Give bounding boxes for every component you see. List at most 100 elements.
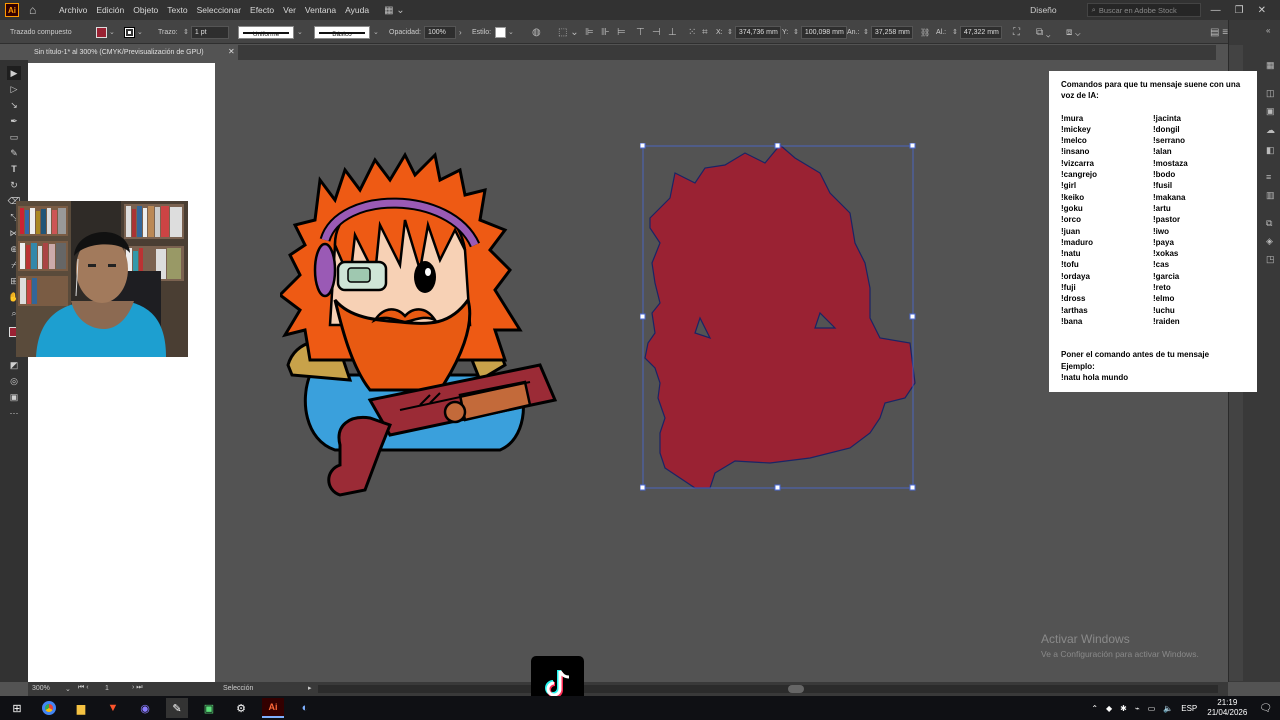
tray-app-icon[interactable]: ◆ bbox=[1106, 704, 1112, 713]
zoom-chevron-icon[interactable]: ⌄ bbox=[65, 685, 71, 693]
menu-seleccionar[interactable]: Seleccionar bbox=[197, 5, 241, 15]
stepper-icon[interactable]: ⇕ bbox=[727, 28, 733, 36]
status-arrow-icon[interactable]: ▸ bbox=[308, 684, 312, 692]
chevron-down-icon[interactable]: ⌄ bbox=[373, 28, 379, 36]
chevron-down-icon[interactable]: ⌄ bbox=[109, 28, 115, 36]
resize-handle[interactable] bbox=[774, 143, 781, 149]
reference-point-icon[interactable]: ⁙ bbox=[688, 20, 696, 44]
pen-tool-icon[interactable]: ✒ bbox=[7, 114, 21, 128]
graphic-styles-icon[interactable]: ◧ bbox=[1266, 145, 1275, 156]
gradient-icon[interactable]: ▥ bbox=[1266, 190, 1275, 201]
close-tab-icon[interactable]: ✕ bbox=[228, 47, 235, 56]
align-to-icon[interactable]: ⬚ ⌄ bbox=[558, 20, 579, 44]
artboard[interactable] bbox=[28, 63, 215, 682]
resize-handle[interactable] bbox=[909, 484, 916, 491]
rectangle-tool-icon[interactable]: ▭ bbox=[7, 130, 21, 144]
discord-icon[interactable]: ◉ bbox=[134, 698, 156, 718]
isolate-icon[interactable]: ⛶ bbox=[1013, 20, 1020, 44]
width-input[interactable]: 37,258 mm bbox=[870, 25, 913, 39]
x-input[interactable]: 374,736 mm bbox=[734, 25, 781, 39]
rotate-tool-icon[interactable]: ↻ bbox=[7, 178, 21, 192]
stepper-icon[interactable]: ⇕ bbox=[863, 28, 869, 36]
volume-icon[interactable]: 🔈 bbox=[1163, 704, 1173, 713]
x-field[interactable]: ⇕ 374,736 mm bbox=[727, 20, 781, 44]
menu-ayuda[interactable]: Ayuda bbox=[345, 5, 369, 15]
pencil-tool-icon[interactable]: ✎ bbox=[7, 146, 21, 160]
panel-menu-icon[interactable]: ▤ ≡ bbox=[1210, 20, 1228, 44]
stroke-weight-input[interactable]: 1 pt bbox=[190, 25, 229, 39]
chrome-icon[interactable] bbox=[38, 698, 60, 718]
stroke-color-swatch[interactable] bbox=[124, 26, 135, 38]
resize-handle[interactable] bbox=[640, 313, 646, 320]
profile-preview[interactable]: Uniforme bbox=[238, 25, 294, 39]
draw-mode-icon[interactable]: ◎ bbox=[7, 374, 21, 388]
stepper-icon[interactable]: ⇕ bbox=[183, 28, 189, 36]
opacity-field[interactable]: 100% › bbox=[424, 20, 462, 44]
usb-icon[interactable]: ⌁ bbox=[1135, 704, 1140, 713]
style-swatch[interactable]: ⌄ bbox=[495, 20, 514, 44]
bluetooth-icon[interactable]: ✱ bbox=[1120, 704, 1127, 713]
obs-icon[interactable]: ✎ bbox=[166, 698, 188, 718]
menu-efecto[interactable]: Efecto bbox=[250, 5, 274, 15]
paint-icon[interactable]: ◐ bbox=[294, 698, 316, 718]
collapse-panels-icon[interactable]: « bbox=[1266, 26, 1270, 35]
workspace-switcher[interactable]: Diseño bbox=[1030, 5, 1056, 15]
align-top-icon[interactable]: ⊤ bbox=[636, 20, 645, 44]
selection-tool-icon[interactable]: ▶ bbox=[7, 66, 21, 80]
document-tab[interactable]: Sin título-1* al 300% (CMYK/Previsualiza… bbox=[28, 45, 238, 60]
appearance-icon[interactable]: ☁ bbox=[1266, 125, 1275, 136]
libraries-icon[interactable]: ◫ bbox=[1266, 88, 1275, 99]
stock-search-input[interactable]: ⌕ Buscar en Adobe Stock bbox=[1086, 3, 1201, 17]
arrange-documents-icon[interactable]: ▦ ⌄ bbox=[384, 5, 405, 16]
settings-icon[interactable]: ⚙ bbox=[230, 698, 252, 718]
height-field[interactable]: ⇕ 47,322 mm bbox=[952, 20, 1002, 44]
menu-edicion[interactable]: Edición bbox=[96, 5, 124, 15]
menu-ventana[interactable]: Ventana bbox=[305, 5, 336, 15]
graphic-style-swatch[interactable] bbox=[495, 26, 506, 38]
chevron-right-icon[interactable]: › bbox=[459, 28, 462, 37]
close-icon[interactable]: ✕ bbox=[1258, 5, 1266, 16]
resize-handle[interactable] bbox=[640, 143, 646, 149]
resize-handle[interactable] bbox=[640, 484, 646, 491]
menu-objeto[interactable]: Objeto bbox=[133, 5, 158, 15]
menu-texto[interactable]: Texto bbox=[167, 5, 187, 15]
image-trace-icon[interactable]: ▣ bbox=[1266, 106, 1275, 117]
network-icon[interactable]: ▭ bbox=[1148, 704, 1156, 713]
color-mode-icon[interactable]: ◩ bbox=[7, 358, 21, 372]
illustrator-taskbar-icon[interactable]: Ai bbox=[262, 698, 284, 718]
more-tools-icon[interactable]: ⋯ bbox=[7, 406, 21, 420]
streamlabs-icon[interactable]: ▣ bbox=[198, 698, 220, 718]
next-artboard-icon[interactable]: › ⏭ bbox=[132, 684, 143, 692]
height-input[interactable]: 47,322 mm bbox=[959, 25, 1002, 39]
resize-handle[interactable] bbox=[909, 143, 916, 149]
tray-chevron-icon[interactable]: ⌃ bbox=[1091, 704, 1098, 713]
align-middle-icon[interactable]: ⊣ bbox=[652, 20, 661, 44]
stepper-icon[interactable]: ⇕ bbox=[793, 28, 799, 36]
properties-icon[interactable]: ▦ bbox=[1266, 60, 1275, 71]
character-illustration[interactable] bbox=[280, 150, 570, 510]
align-left-icon[interactable]: ⊫ bbox=[585, 20, 594, 44]
align-bottom-icon[interactable]: ⊥ bbox=[668, 20, 677, 44]
menu-archivo[interactable]: Archivo bbox=[59, 5, 87, 15]
horizontal-scrollbar[interactable] bbox=[318, 685, 1218, 693]
first-artboard-icon[interactable]: ⏮ ‹ bbox=[78, 684, 89, 692]
stroke-weight-field[interactable]: ⇕ 1 pt bbox=[183, 20, 229, 44]
start-icon[interactable]: ⊞ bbox=[6, 698, 28, 718]
align-center-icon[interactable]: ⊪ bbox=[601, 20, 610, 44]
link-proportions-icon[interactable]: ⛓ bbox=[920, 20, 930, 44]
language-indicator[interactable]: ESP bbox=[1181, 704, 1197, 713]
silhouette-compound-path[interactable] bbox=[640, 143, 920, 495]
menu-ver[interactable]: Ver bbox=[283, 5, 296, 15]
width-field[interactable]: ⇕ 37,258 mm bbox=[863, 20, 913, 44]
file-explorer-icon[interactable]: ▆ bbox=[70, 698, 92, 718]
transform-icon[interactable]: ⌗ bbox=[702, 20, 708, 44]
minimize-icon[interactable]: — bbox=[1211, 5, 1221, 16]
zoom-level[interactable]: 300% bbox=[32, 685, 50, 692]
brush-preview[interactable]: Básico bbox=[314, 25, 370, 39]
opacity-input[interactable]: 100% bbox=[424, 25, 456, 39]
restore-icon[interactable]: ❐ bbox=[1235, 5, 1244, 16]
clock[interactable]: 21:19 21/04/2026 bbox=[1207, 698, 1247, 718]
y-input[interactable]: 100,098 mm bbox=[800, 25, 847, 39]
artboard-number[interactable]: 1 bbox=[105, 685, 109, 692]
chevron-down-icon[interactable]: ⌄ bbox=[508, 28, 514, 36]
